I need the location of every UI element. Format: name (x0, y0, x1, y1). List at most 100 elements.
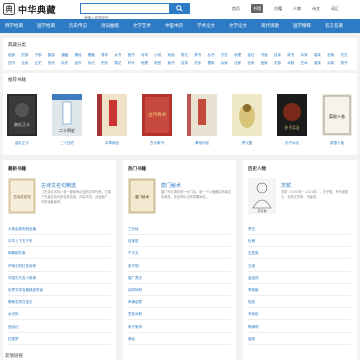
popular-book-item[interactable]: 幼学琼林 (128, 288, 142, 293)
book-cover[interactable] (97, 94, 127, 136)
category-link[interactable]: 佛经 (75, 53, 82, 58)
category-link[interactable]: 集部 (48, 53, 55, 58)
latest-book-item[interactable]: 中国古代名人轶事 (8, 276, 36, 281)
book-cover[interactable]: 菜根十香 (322, 94, 352, 136)
person-item[interactable]: 李白 (248, 227, 255, 232)
person-item[interactable]: 屈原 (248, 337, 255, 342)
category-link[interactable]: 金石 (247, 53, 254, 58)
popular-book-item[interactable]: 朱子家训 (128, 325, 142, 330)
popular-feature-name[interactable]: 唐门秘术 (161, 182, 181, 189)
category-link[interactable]: 目录 (274, 53, 281, 58)
person-feature-name[interactable]: 苏轼 (281, 182, 291, 189)
category-link[interactable]: 兵书 (114, 53, 121, 58)
popular-book-item[interactable]: 弟子规 (128, 264, 139, 269)
latest-book-item[interactable]: 水浒传 (8, 312, 19, 317)
category-link[interactable]: 类书 (341, 61, 348, 66)
category-link[interactable]: 天算 (274, 61, 281, 66)
category-link[interactable]: 谱录 (314, 61, 321, 66)
category-link[interactable]: 杂家 (301, 53, 308, 58)
person-portrait[interactable]: 苏东坡 (248, 178, 276, 214)
category-link[interactable]: 别史 (48, 61, 55, 66)
popular-feature-cover[interactable]: 唐门秘术 (128, 178, 156, 214)
category-link[interactable]: 传记 (88, 61, 95, 66)
main-nav-item[interactable]: 文学艺术 (133, 23, 151, 29)
category-link[interactable]: 经部 (8, 53, 15, 58)
category-link[interactable]: 类书 (194, 53, 201, 58)
book-title[interactable]: 曲礼正义 (15, 141, 29, 146)
category-link[interactable]: 子部 (35, 53, 42, 58)
category-link[interactable]: 艺术 (301, 61, 308, 66)
popular-book-item[interactable]: 声律启蒙 (128, 300, 142, 305)
main-nav-item[interactable]: 历史传记 (69, 23, 87, 29)
latest-book-item[interactable]: 大清会典则例全编 (8, 227, 36, 232)
category-link[interactable]: 诏令 (75, 61, 82, 66)
person-item[interactable]: 王维 (248, 264, 255, 269)
popular-book-item[interactable]: 孝经 (128, 337, 135, 342)
main-nav-item[interactable]: 文学论文 (229, 23, 247, 29)
main-nav-item[interactable]: 学术论文 (197, 23, 215, 29)
latest-book-item[interactable]: 中华上下五千年 (8, 239, 33, 244)
category-link[interactable]: 载记 (114, 61, 121, 66)
category-link[interactable]: 道藏 (61, 53, 68, 58)
category-link[interactable]: 兵家 (221, 61, 228, 66)
main-nav-item[interactable]: 诗词曲赋 (101, 23, 119, 29)
category-link[interactable]: 谱录 (314, 53, 321, 58)
main-nav-item[interactable]: 佛学经典 (5, 23, 23, 29)
top-nav-home[interactable]: 首页 (232, 4, 240, 13)
category-link[interactable]: 农家 (247, 61, 254, 66)
category-link[interactable]: 史钞 (101, 61, 108, 66)
main-nav-item[interactable]: 现代诗歌 (261, 23, 279, 29)
person-item[interactable]: 陶渊明 (248, 325, 259, 330)
person-item[interactable]: 陆游 (248, 300, 255, 305)
category-link[interactable]: 儒藏 (88, 53, 95, 58)
latest-book-item[interactable]: 明朝那些事 (8, 251, 26, 256)
category-link[interactable]: 法家 (234, 61, 241, 66)
category-link[interactable]: 政书 (168, 61, 175, 66)
book-cover[interactable]: 二十四史 (52, 94, 82, 136)
category-link[interactable]: 五经 (21, 61, 28, 66)
book-title[interactable]: 本草纲目 (105, 141, 119, 146)
top-nav-ancient[interactable]: 古籍 (274, 4, 282, 13)
person-item[interactable]: 辛弃疾 (248, 312, 259, 317)
category-link[interactable]: 笔记 (181, 53, 188, 58)
book-title[interactable]: 罗汉图 (242, 141, 253, 146)
category-link[interactable]: 天文 (341, 53, 348, 58)
popular-book-item[interactable]: 增广贤文 (128, 276, 142, 281)
main-nav-item[interactable]: 国学精粹 (293, 23, 311, 29)
top-nav-poems[interactable]: 诗文 (312, 4, 320, 13)
latest-book-item[interactable]: 红楼梦 (8, 337, 19, 342)
category-link[interactable]: 戏曲 (168, 53, 175, 58)
person-item[interactable]: 白居易 (248, 251, 259, 256)
category-link[interactable]: 时令 (128, 61, 135, 66)
category-link[interactable]: 丛书 (208, 53, 215, 58)
person-item[interactable]: 李商隐 (248, 288, 259, 293)
popular-book-item[interactable]: 笠翁对韵 (128, 312, 142, 317)
category-link[interactable]: 政书 (287, 53, 294, 58)
popular-book-item[interactable]: 百家姓 (128, 239, 139, 244)
category-link[interactable]: 史部 (21, 53, 28, 58)
book-cover[interactable] (187, 94, 217, 136)
category-link[interactable]: 职官 (154, 61, 161, 66)
category-link[interactable]: 诗词 (141, 53, 148, 58)
latest-feature-name[interactable]: 古诗文名句精选 (41, 182, 76, 189)
book-cover[interactable]: 孙子兵法 (277, 94, 307, 136)
latest-book-item[interactable]: 聊斋志异白话文 (8, 300, 33, 305)
person-item[interactable]: 孟浩然 (248, 276, 259, 281)
latest-feature-cover[interactable]: 古诗文名句 (8, 178, 36, 214)
book-title[interactable]: 黄帝内经 (195, 141, 209, 146)
category-link[interactable]: 地理 (141, 61, 148, 66)
book-title[interactable]: 古代奇书 (150, 141, 164, 146)
site-logo[interactable]: 典 中华典藏 (3, 2, 56, 16)
category-link[interactable]: 术数 (287, 61, 294, 66)
latest-book-item[interactable]: 芦荡中的红色传奇 (8, 264, 36, 269)
top-nav-vocab[interactable]: 词汇 (331, 4, 339, 13)
category-link[interactable]: 小说 (154, 53, 161, 58)
category-link[interactable]: 史评 (194, 61, 201, 66)
latest-book-item[interactable]: 世界文学名著精选导读 (8, 288, 43, 293)
category-link[interactable]: 方志 (221, 53, 228, 58)
main-nav-item[interactable]: 名言名著 (325, 23, 343, 29)
person-item[interactable]: 杜甫 (248, 239, 255, 244)
category-link[interactable]: 杂家 (327, 61, 334, 66)
category-link[interactable]: 儒家 (208, 61, 215, 66)
book-title[interactable]: 菜根十香 (330, 141, 344, 146)
